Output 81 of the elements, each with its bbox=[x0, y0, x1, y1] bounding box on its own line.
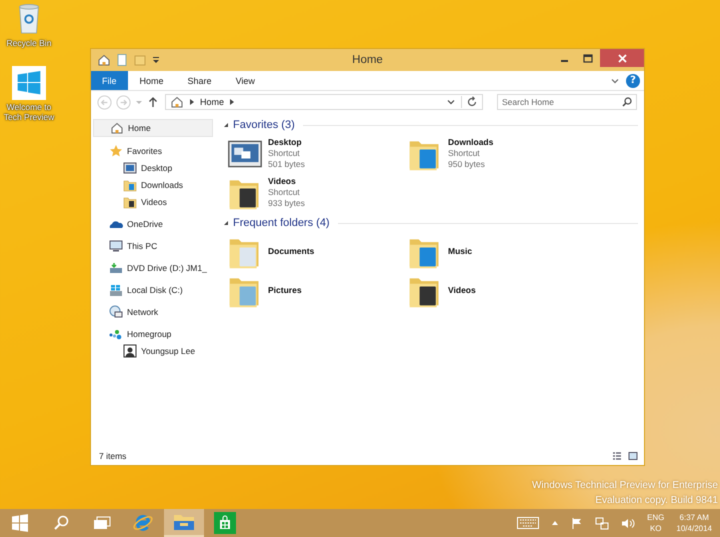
sidebar-item[interactable]: Downloads bbox=[93, 176, 213, 193]
search-icon bbox=[53, 515, 69, 531]
network-icon[interactable] bbox=[595, 516, 610, 530]
sidebar-item[interactable]: Desktop bbox=[93, 159, 213, 176]
dropdown-icon[interactable] bbox=[151, 55, 161, 65]
sidebar-item[interactable]: DVD Drive (D:) JM1_ bbox=[93, 260, 213, 276]
star-icon bbox=[109, 144, 123, 158]
item-type: Shortcut bbox=[268, 148, 301, 159]
store-bag-icon bbox=[214, 512, 236, 534]
browser-icon bbox=[132, 512, 154, 534]
sidebar-item[interactable]: Youngsup Lee bbox=[93, 342, 213, 359]
keyboard-icon[interactable] bbox=[517, 517, 540, 529]
breadcrumb-arrow-icon[interactable] bbox=[229, 98, 236, 106]
desktop-icon bbox=[123, 160, 137, 174]
windows-logo-icon bbox=[11, 514, 29, 532]
folder-icon bbox=[173, 513, 195, 531]
sidebar-item[interactable]: OneDrive bbox=[93, 216, 213, 232]
recent-locations-icon[interactable] bbox=[135, 98, 143, 106]
windows-logo-icon[interactable] bbox=[12, 66, 46, 100]
search-icon[interactable] bbox=[622, 97, 632, 107]
address-bar[interactable]: Home bbox=[165, 94, 483, 110]
sidebar-item[interactable]: Home bbox=[93, 119, 213, 137]
volume-icon[interactable] bbox=[621, 516, 636, 530]
item-size: 950 bytes bbox=[448, 159, 486, 170]
folder-icon bbox=[123, 178, 137, 192]
ribbon-tab[interactable]: View bbox=[224, 71, 267, 90]
flag-icon[interactable] bbox=[571, 517, 584, 529]
network-icon bbox=[109, 305, 123, 319]
sidebar-item[interactable]: Network bbox=[93, 304, 213, 320]
task-view-icon bbox=[93, 516, 111, 530]
item-type: Shortcut bbox=[448, 148, 481, 159]
refresh-icon[interactable] bbox=[461, 96, 478, 108]
ribbon-tab[interactable]: Share bbox=[176, 71, 224, 90]
search-field[interactable]: Search Home bbox=[497, 94, 637, 110]
close-icon bbox=[618, 54, 626, 62]
home-icon bbox=[170, 95, 184, 109]
large-icons-view-icon[interactable] bbox=[628, 451, 638, 461]
sidebar-item[interactable]: Homegroup bbox=[93, 326, 213, 342]
close-button[interactable] bbox=[600, 49, 644, 67]
ribbon-tab[interactable]: Home bbox=[128, 71, 176, 90]
group-header[interactable]: Favorites (3) bbox=[233, 119, 295, 131]
item-name[interactable]: Videos bbox=[448, 285, 476, 296]
sidebar-item[interactable]: This PC bbox=[93, 238, 213, 254]
address-dropdown-icon[interactable] bbox=[446, 97, 456, 107]
up-arrow-icon[interactable] bbox=[147, 96, 159, 108]
sidebar-item[interactable]: Local Disk (C:) bbox=[93, 282, 213, 298]
item-name[interactable]: Music bbox=[448, 246, 472, 257]
window-title: Home bbox=[352, 54, 383, 66]
maximize-icon bbox=[583, 54, 593, 62]
item-name[interactable]: Pictures bbox=[268, 285, 302, 296]
sidebar-item[interactable]: Favorites bbox=[93, 143, 213, 159]
folder-icon bbox=[123, 194, 137, 208]
sidebar-item[interactable]: Videos bbox=[93, 193, 213, 210]
show-hidden-icons-icon[interactable] bbox=[551, 520, 560, 526]
breadcrumb-arrow-icon[interactable] bbox=[189, 98, 195, 106]
breadcrumb[interactable]: Home bbox=[200, 97, 224, 107]
item-name[interactable]: Downloads bbox=[448, 137, 494, 148]
collapse-arrow-icon[interactable] bbox=[223, 121, 229, 129]
item-size: 933 bytes bbox=[268, 198, 305, 209]
item-count: 7 items bbox=[99, 451, 126, 461]
help-button[interactable]: ? bbox=[626, 74, 640, 88]
home-icon bbox=[110, 121, 124, 135]
item-size: 501 bytes bbox=[268, 159, 305, 170]
collapse-arrow-icon[interactable] bbox=[223, 219, 229, 227]
evaluation-notice: Windows Technical Preview for Enterprise bbox=[532, 479, 718, 493]
item-name[interactable]: Videos bbox=[268, 176, 305, 187]
item-type: Shortcut bbox=[268, 187, 301, 198]
group-header[interactable]: Frequent folders (4) bbox=[233, 217, 330, 229]
dvd-drive-icon bbox=[109, 261, 123, 275]
computer-icon bbox=[109, 239, 123, 253]
minimize-icon bbox=[560, 60, 568, 62]
home-icon[interactable] bbox=[97, 53, 111, 67]
disk-icon bbox=[109, 283, 123, 297]
user-silhouette-icon bbox=[123, 344, 137, 358]
evaluation-notice: Evaluation copy. Build 9841 bbox=[595, 494, 718, 508]
taskbar-button[interactable] bbox=[164, 509, 204, 537]
item-name[interactable]: Documents bbox=[268, 246, 314, 257]
homegroup-icon bbox=[109, 327, 123, 341]
properties-icon[interactable] bbox=[115, 53, 129, 67]
details-view-icon[interactable] bbox=[612, 451, 622, 461]
item-name[interactable]: Desktop bbox=[268, 137, 305, 148]
